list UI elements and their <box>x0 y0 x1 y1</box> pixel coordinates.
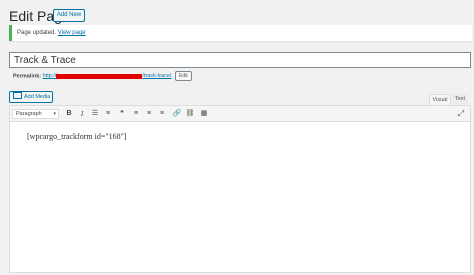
chevron-down-icon: ▾ <box>53 111 56 117</box>
format-select-value: Paragraph <box>16 111 42 117</box>
update-notice: Page updated. View page <box>9 25 472 41</box>
permalink-url[interactable]: http:// /track-trace/ <box>43 73 172 79</box>
permalink-url-start: http:// <box>42 73 57 80</box>
bold-button[interactable]: B <box>64 109 74 119</box>
align-right-icon[interactable]: ≡ <box>157 109 167 119</box>
permalink-label: Permalink: <box>13 73 42 80</box>
post-title-input[interactable] <box>9 52 471 68</box>
bullet-list-icon[interactable]: ☰ <box>90 109 100 119</box>
editor-area[interactable] <box>9 105 471 273</box>
add-media-label: Add Media <box>24 94 51 100</box>
format-select[interactable]: Paragraph ▾ <box>12 109 59 119</box>
add-new-button[interactable]: Add New <box>53 9 85 22</box>
blockquote-icon[interactable]: ❝ <box>117 109 127 119</box>
redaction-bar <box>56 73 143 79</box>
editor-content[interactable]: [wpcargo_trackform id="168"] <box>27 132 127 141</box>
italic-button[interactable]: I <box>77 109 87 119</box>
numbered-list-icon[interactable]: ≡ <box>103 109 113 119</box>
toolbar-toggle-icon[interactable]: ▦ <box>199 109 209 119</box>
align-left-icon[interactable]: ≡ <box>131 109 141 119</box>
permalink-edit-button[interactable]: Edit <box>175 71 192 81</box>
align-center-icon[interactable]: ≡ <box>144 109 154 119</box>
view-page-link[interactable]: View page <box>58 30 86 36</box>
permalink-url-end: /track-trace/ <box>142 73 172 80</box>
add-media-button[interactable]: Add Media <box>9 91 53 103</box>
unlink-icon[interactable]: ⛓ <box>185 109 195 119</box>
tab-text[interactable]: Text <box>452 94 468 104</box>
media-icon <box>13 92 22 100</box>
notice-text: Page updated. <box>17 30 57 36</box>
permalink-row: Permalink: http:// /track-trace/ Edit <box>13 71 192 81</box>
tab-visual[interactable]: Visual <box>429 94 451 105</box>
expand-icon[interactable]: ⤢ <box>456 109 466 119</box>
link-icon[interactable]: 🔗 <box>172 109 182 119</box>
